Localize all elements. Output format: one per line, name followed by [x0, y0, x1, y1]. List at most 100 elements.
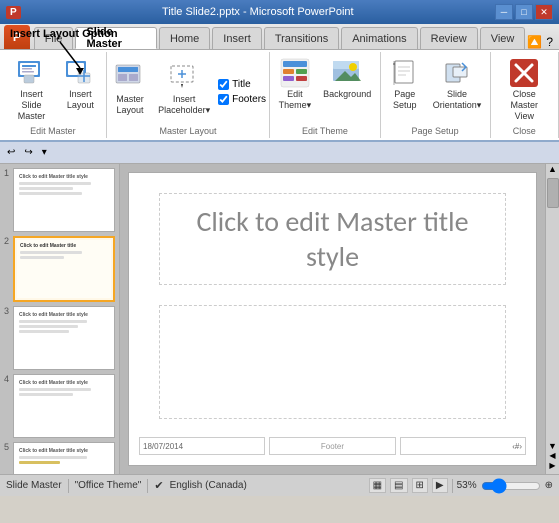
scroll-thumb[interactable] — [547, 178, 559, 208]
tab-home[interactable]: Home — [159, 27, 210, 49]
slide-number-2: 2 — [4, 236, 9, 246]
page-setup-label: PageSetup — [393, 89, 417, 111]
insert-placeholder-icon — [168, 62, 200, 94]
zoom-slider[interactable] — [481, 480, 541, 492]
slide-orientation-button[interactable]: SlideOrientation▾ — [429, 54, 486, 114]
group-master-layout: MasterLayout InsertPlaceholder▾ — [107, 52, 271, 138]
right-arrow-1[interactable]: ◀ — [549, 451, 555, 460]
footers-check[interactable] — [218, 94, 229, 105]
slide-thumb-5[interactable]: Click to edit Master title style — [13, 442, 115, 474]
close-master-view-icon — [508, 57, 540, 89]
quick-access-toolbar: ↩ ↪ ▾ — [0, 142, 559, 164]
group-edit-theme: EditTheme▾ Background Edit Theme — [270, 52, 380, 138]
slide-master-status: Slide Master — [6, 480, 62, 491]
master-title-placeholder[interactable]: Click to edit Master title style — [159, 193, 506, 285]
edit-theme-button[interactable]: EditTheme▾ — [275, 54, 316, 114]
help-icon[interactable]: 🔼 — [527, 35, 542, 49]
annotation-text: Insert Layout Option — [10, 28, 118, 40]
background-label: Background — [323, 89, 371, 100]
slide-number-1: 1 — [4, 168, 9, 178]
slide-thumb-4[interactable]: Click to edit Master title style — [13, 374, 115, 438]
slide-number-5: 5 — [4, 442, 9, 452]
footer-date-field: 18/07/2014 — [139, 437, 265, 455]
edit-master-label: Edit Master — [30, 126, 76, 136]
footer-page-field: ‹#› — [400, 437, 526, 455]
tab-transitions[interactable]: Transitions — [264, 27, 339, 49]
background-button[interactable]: Background — [319, 54, 375, 103]
app-icon: P — [6, 6, 21, 19]
main-area: 1 Click to edit Master title style 2 Cli… — [0, 164, 559, 474]
insert-placeholder-label: InsertPlaceholder▾ — [158, 94, 210, 116]
title-check[interactable] — [218, 79, 229, 90]
slide-panel: 1 Click to edit Master title style 2 Cli… — [0, 164, 120, 474]
view-slide-sorter-btn[interactable]: ▤ — [390, 478, 407, 493]
undo-button[interactable]: ↩ — [4, 146, 18, 159]
page-setup-icon — [389, 57, 421, 89]
orientation-svg — [443, 59, 471, 87]
close-button[interactable]: ✕ — [535, 4, 553, 20]
annotation-arrow — [50, 40, 120, 75]
minimize-button[interactable]: ─ — [495, 4, 513, 20]
maximize-button[interactable]: □ — [515, 4, 533, 20]
status-divider-1 — [68, 479, 69, 493]
window-controls: ─ □ ✕ — [495, 4, 553, 20]
title-check-label: Title — [232, 79, 251, 90]
edit-theme-label: EditTheme▾ — [279, 89, 312, 111]
language-status: English (Canada) — [170, 480, 247, 491]
group-page-setup: PageSetup SlideOrientation▾ Page Setup — [381, 52, 491, 138]
help-btn[interactable]: ? — [546, 35, 553, 49]
slide-thumb-3[interactable]: Click to edit Master title style — [13, 306, 115, 370]
background-svg — [331, 57, 363, 89]
tab-animations[interactable]: Animations — [341, 27, 417, 49]
qat-dropdown[interactable]: ▾ — [39, 146, 50, 159]
page-setup-button[interactable]: PageSetup — [385, 54, 425, 114]
close-master-view-button[interactable]: CloseMaster View — [497, 54, 552, 124]
redo-button[interactable]: ↪ — [21, 146, 35, 159]
tab-view[interactable]: View — [480, 27, 526, 49]
theme-status: "Office Theme" — [75, 480, 142, 491]
view-reading-btn[interactable]: ⊞ — [412, 478, 428, 493]
window-title: Title Slide2.pptx - Microsoft PowerPoint — [21, 6, 495, 18]
page-setup-group-label: Page Setup — [412, 126, 459, 136]
title-checkbox[interactable]: Title — [218, 78, 266, 91]
placeholder-svg — [168, 62, 200, 94]
insert-slide-master-label: Insert SlideMaster — [10, 89, 53, 121]
slide-thumb-1[interactable]: Click to edit Master title style — [13, 168, 115, 232]
view-slideshow-btn[interactable]: ▶ — [432, 478, 448, 493]
zoom-fit-btn[interactable]: ⊕ — [545, 480, 553, 491]
right-arrow-2[interactable]: ▶ — [549, 461, 555, 470]
footer-text-field: Footer — [269, 437, 395, 455]
slide-number-3: 3 — [4, 306, 9, 316]
background-icon — [331, 57, 363, 89]
status-right: ▦ ▤ ⊞ ▶ 53% ⊕ — [369, 478, 553, 493]
content-placeholder[interactable] — [159, 305, 506, 419]
status-bar: Slide Master "Office Theme" ✔ English (C… — [0, 474, 559, 496]
master-layout-group-label: Master Layout — [160, 126, 217, 136]
master-layout-label: MasterLayout — [116, 94, 144, 116]
insert-placeholder-button[interactable]: InsertPlaceholder▾ — [154, 59, 214, 119]
footers-checkbox[interactable]: Footers — [218, 93, 266, 106]
view-normal-btn[interactable]: ▦ — [369, 478, 386, 493]
scroll-up-arrow[interactable]: ▲ — [548, 164, 557, 174]
tab-review[interactable]: Review — [420, 27, 478, 49]
slide-thumb-2[interactable]: Click to edit Master title — [13, 236, 115, 302]
page-setup-svg — [391, 59, 419, 87]
tab-insert[interactable]: Insert — [212, 27, 262, 49]
slide-number-4: 4 — [4, 374, 9, 384]
scroll-down-arrow[interactable]: ▼ — [548, 441, 557, 451]
master-title-text: Click to edit Master title style — [196, 204, 468, 274]
close-master-view-label: CloseMaster View — [501, 89, 548, 121]
slide-orientation-label: SlideOrientation▾ — [433, 89, 482, 111]
title-bar: P Title Slide2.pptx - Microsoft PowerPoi… — [0, 0, 559, 24]
slide-orientation-icon — [441, 57, 473, 89]
vertical-scrollbar[interactable]: ▲ ▼ ◀ ▶ — [545, 164, 559, 474]
status-divider-2 — [147, 479, 148, 493]
theme-svg — [279, 57, 311, 89]
close-group-label: Close — [513, 126, 536, 136]
close-master-svg — [508, 57, 540, 89]
slide-canvas: Click to edit Master title style 18/07/2… — [128, 172, 537, 466]
group-close: CloseMaster View Close — [491, 52, 559, 138]
language-icon: ✔ — [154, 479, 163, 492]
insert-layout-label: InsertLayout — [67, 89, 94, 111]
edit-theme-group-label: Edit Theme — [302, 126, 348, 136]
